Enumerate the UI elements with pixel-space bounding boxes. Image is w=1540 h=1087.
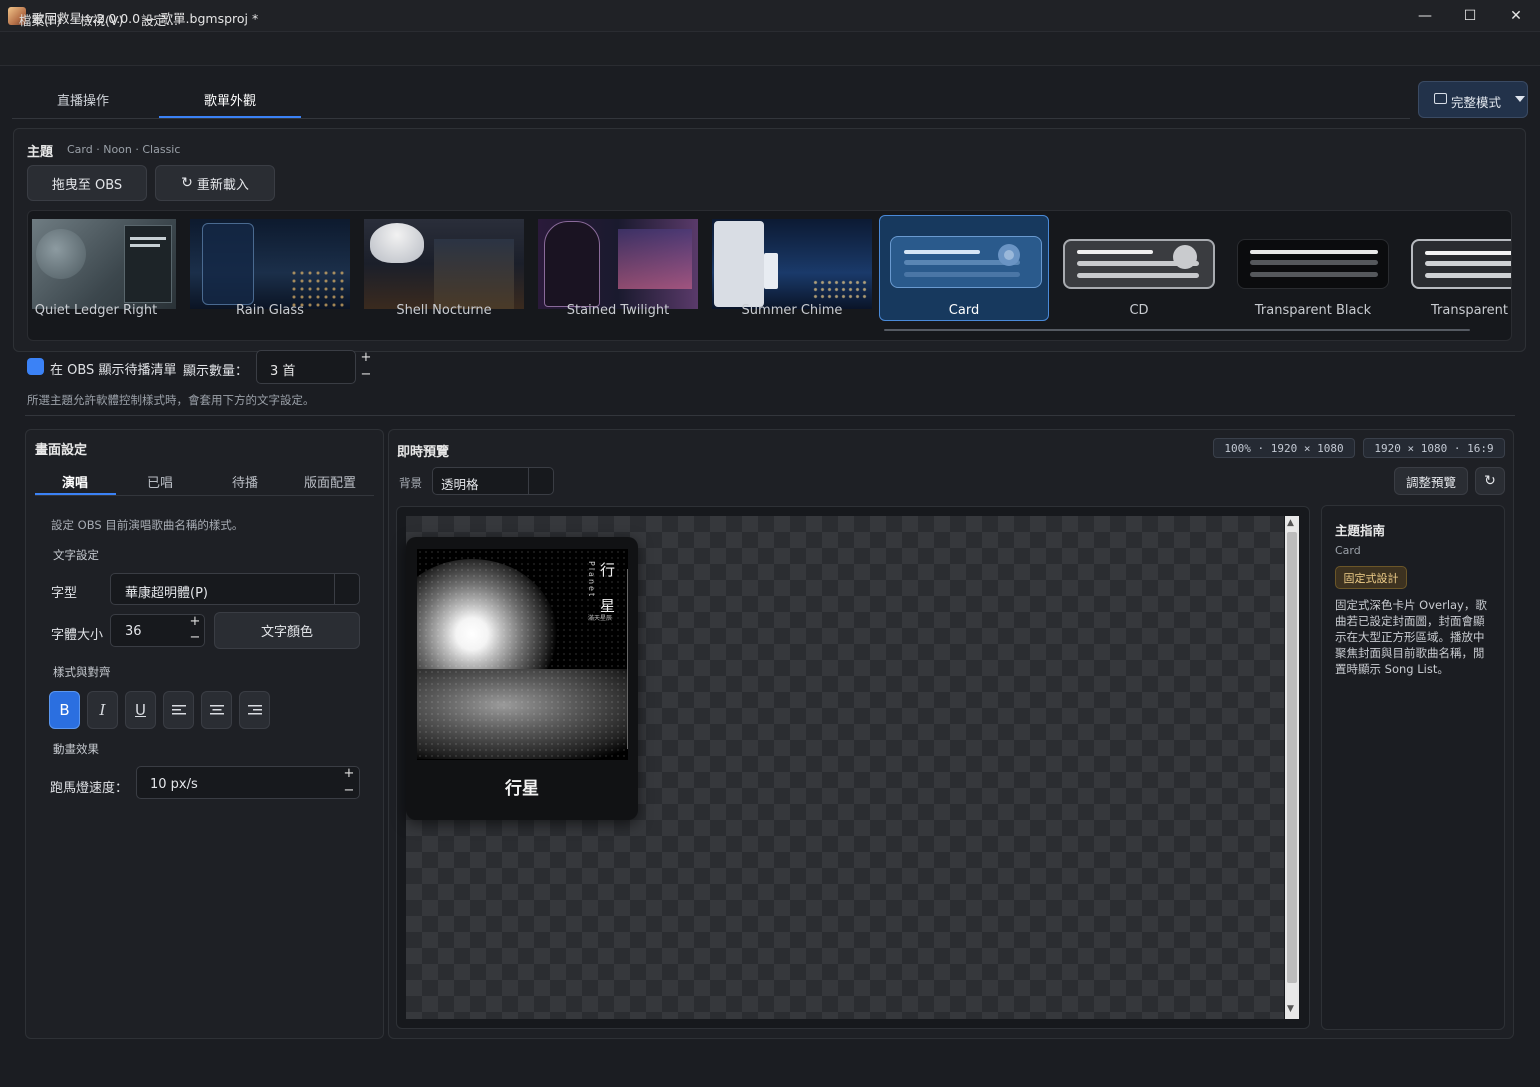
gallery-scrollbar[interactable]: [884, 329, 1470, 331]
subtab-queued[interactable]: 待播: [203, 472, 287, 491]
theme-heading: 主題: [27, 145, 54, 160]
text-color-button[interactable]: 文字顏色: [214, 612, 360, 649]
style-align-heading: 樣式與對齊: [53, 665, 111, 679]
align-right-icon: [247, 705, 262, 715]
chevron-down-icon[interactable]: [1515, 96, 1525, 102]
tabs-divider: [12, 118, 1410, 119]
subtab-layout[interactable]: 版面配置: [288, 472, 372, 491]
align-center-button[interactable]: [201, 691, 232, 729]
underline-button[interactable]: U: [125, 691, 156, 729]
theme-thumb-summer-chime[interactable]: [712, 219, 872, 309]
align-center-icon: [209, 705, 224, 715]
close-button[interactable]: ✕: [1493, 0, 1539, 32]
theme-guide-description: 固定式深色卡片 Overlay，歌曲若已設定封面圖，封面會顯示在大型正方形區域。…: [1335, 598, 1487, 676]
theme-thumb-stained-twilight[interactable]: [538, 219, 698, 309]
resolution-badge: 1920 × 1080 · 16:9: [1363, 438, 1505, 458]
card-song-title: 行星: [505, 779, 539, 799]
theme-label-rain-glass: Rain Glass: [236, 303, 304, 318]
font-select-divider: [334, 574, 335, 604]
theme-thumb-quiet-ledger-right[interactable]: [32, 219, 176, 309]
theme-gallery: Quiet Ledger Right Rain Glass Shell Noct…: [27, 210, 1512, 341]
display-count-value: 3 首: [270, 364, 296, 379]
refresh-icon: ↻: [1484, 473, 1496, 489]
cover-artist: 滿天星辰: [588, 615, 613, 622]
background-value: 透明格: [441, 477, 479, 492]
cover-vertical-text: Planet: [587, 561, 596, 599]
full-mode-label: 完整模式: [1451, 95, 1502, 110]
display-count-label: 顯示數量：: [183, 364, 249, 379]
count-increment-button[interactable]: +: [357, 351, 375, 364]
align-left-icon: [171, 705, 186, 715]
drag-to-obs-button[interactable]: 拖曳至 OBS: [27, 165, 147, 201]
theme-guide-title: 主題指南: [1335, 523, 1386, 538]
font-size-decrement-button[interactable]: −: [186, 631, 204, 644]
cover-title-1: 行: [600, 561, 616, 579]
subtab-active-indicator: [35, 493, 116, 495]
subtab-singing[interactable]: 演唱: [33, 472, 117, 491]
screen-settings-title: 畫面設定: [35, 443, 88, 458]
scroll-up-icon[interactable]: ▲: [1287, 518, 1294, 528]
theme-thumb-shell-nocturne[interactable]: [364, 219, 524, 309]
subtab-divider: [35, 495, 374, 496]
align-right-button[interactable]: [239, 691, 270, 729]
align-left-button[interactable]: [163, 691, 194, 729]
background-select-divider: [528, 468, 529, 494]
font-size-label: 字體大小: [51, 628, 104, 643]
marquee-decrement-button[interactable]: −: [340, 784, 358, 797]
background-label: 背景: [399, 476, 422, 490]
font-value: 華康超明體(P): [125, 586, 208, 601]
show-queue-label: 在 OBS 顯示待播清單: [50, 363, 177, 378]
theme-label-summer-chime: Summer Chime: [741, 303, 843, 318]
fixed-design-badge: 固定式設計: [1335, 566, 1407, 589]
menu-file[interactable]: 檔案(F): [19, 10, 61, 29]
subtab-sung[interactable]: 已唱: [118, 472, 202, 491]
layout-icon: [1434, 93, 1447, 104]
theme-thumb-cd[interactable]: [1063, 239, 1215, 289]
album-cover: 行 星 Planet 滿天星辰: [417, 549, 628, 760]
tab-live-operation[interactable]: 直播操作: [12, 90, 154, 120]
theme-label-quiet-ledger-right: Quiet Ledger Right: [34, 303, 158, 318]
theme-label-stained-twilight: Stained Twilight: [566, 303, 670, 318]
settings-description: 設定 OBS 目前演唱歌曲名稱的樣式。: [51, 518, 244, 532]
theme-thumb-transparent-black[interactable]: [1237, 239, 1389, 289]
text-settings-heading: 文字設定: [53, 548, 99, 562]
preview-scrollbar-thumb[interactable]: [1287, 532, 1297, 983]
theme-label-cd: CD: [1129, 303, 1149, 318]
italic-button[interactable]: I: [87, 691, 118, 729]
bold-button[interactable]: B: [49, 691, 80, 729]
marquee-increment-button[interactable]: +: [340, 767, 358, 780]
theme-thumb-rain-glass[interactable]: [190, 219, 350, 309]
style-note: 所選主題允許軟體控制樣式時，會套用下方的文字設定。: [27, 393, 315, 407]
font-label: 字型: [51, 586, 78, 601]
theme-subtitle: Card · Noon · Classic: [67, 143, 181, 156]
count-decrement-button[interactable]: −: [357, 368, 375, 381]
reload-button[interactable]: ↻ 重新載入: [155, 165, 275, 201]
theme-guide-name: Card: [1335, 544, 1361, 557]
menu-bar: [0, 32, 1540, 66]
theme-label-card: Card: [948, 303, 980, 318]
live-preview-title: 即時預覽: [397, 445, 450, 460]
theme-label-shell-nocturne: Shell Nocturne: [396, 303, 492, 318]
theme-thumb-transparent-white[interactable]: [1411, 239, 1511, 289]
scroll-down-icon[interactable]: ▼: [1287, 1004, 1294, 1014]
reload-label: 重新載入: [196, 177, 249, 193]
menu-settings[interactable]: 設定...: [141, 10, 178, 29]
refresh-preview-button[interactable]: ↻: [1475, 467, 1505, 495]
zoom-badge: 100% · 1920 × 1080: [1213, 438, 1355, 458]
marquee-speed-label: 跑馬燈速度：: [50, 781, 129, 796]
theme-label-transparent-white: Transparent W: [1431, 303, 1511, 318]
menu-view[interactable]: 檢視(V): [80, 10, 123, 29]
marquee-speed-value: 10 px/s: [150, 777, 198, 792]
font-size-value: 36: [125, 624, 142, 639]
minimize-button[interactable]: —: [1402, 0, 1448, 32]
show-queue-checkbox[interactable]: [27, 358, 44, 375]
section-divider: [25, 415, 1515, 416]
theme-label-transparent-black: Transparent Black: [1254, 303, 1372, 318]
maximize-button[interactable]: ☐: [1447, 0, 1493, 32]
animation-heading: 動畫效果: [53, 742, 99, 756]
adjust-preview-button[interactable]: 調整預覽: [1394, 467, 1468, 495]
refresh-icon: ↻: [181, 175, 193, 191]
font-size-increment-button[interactable]: +: [186, 615, 204, 628]
